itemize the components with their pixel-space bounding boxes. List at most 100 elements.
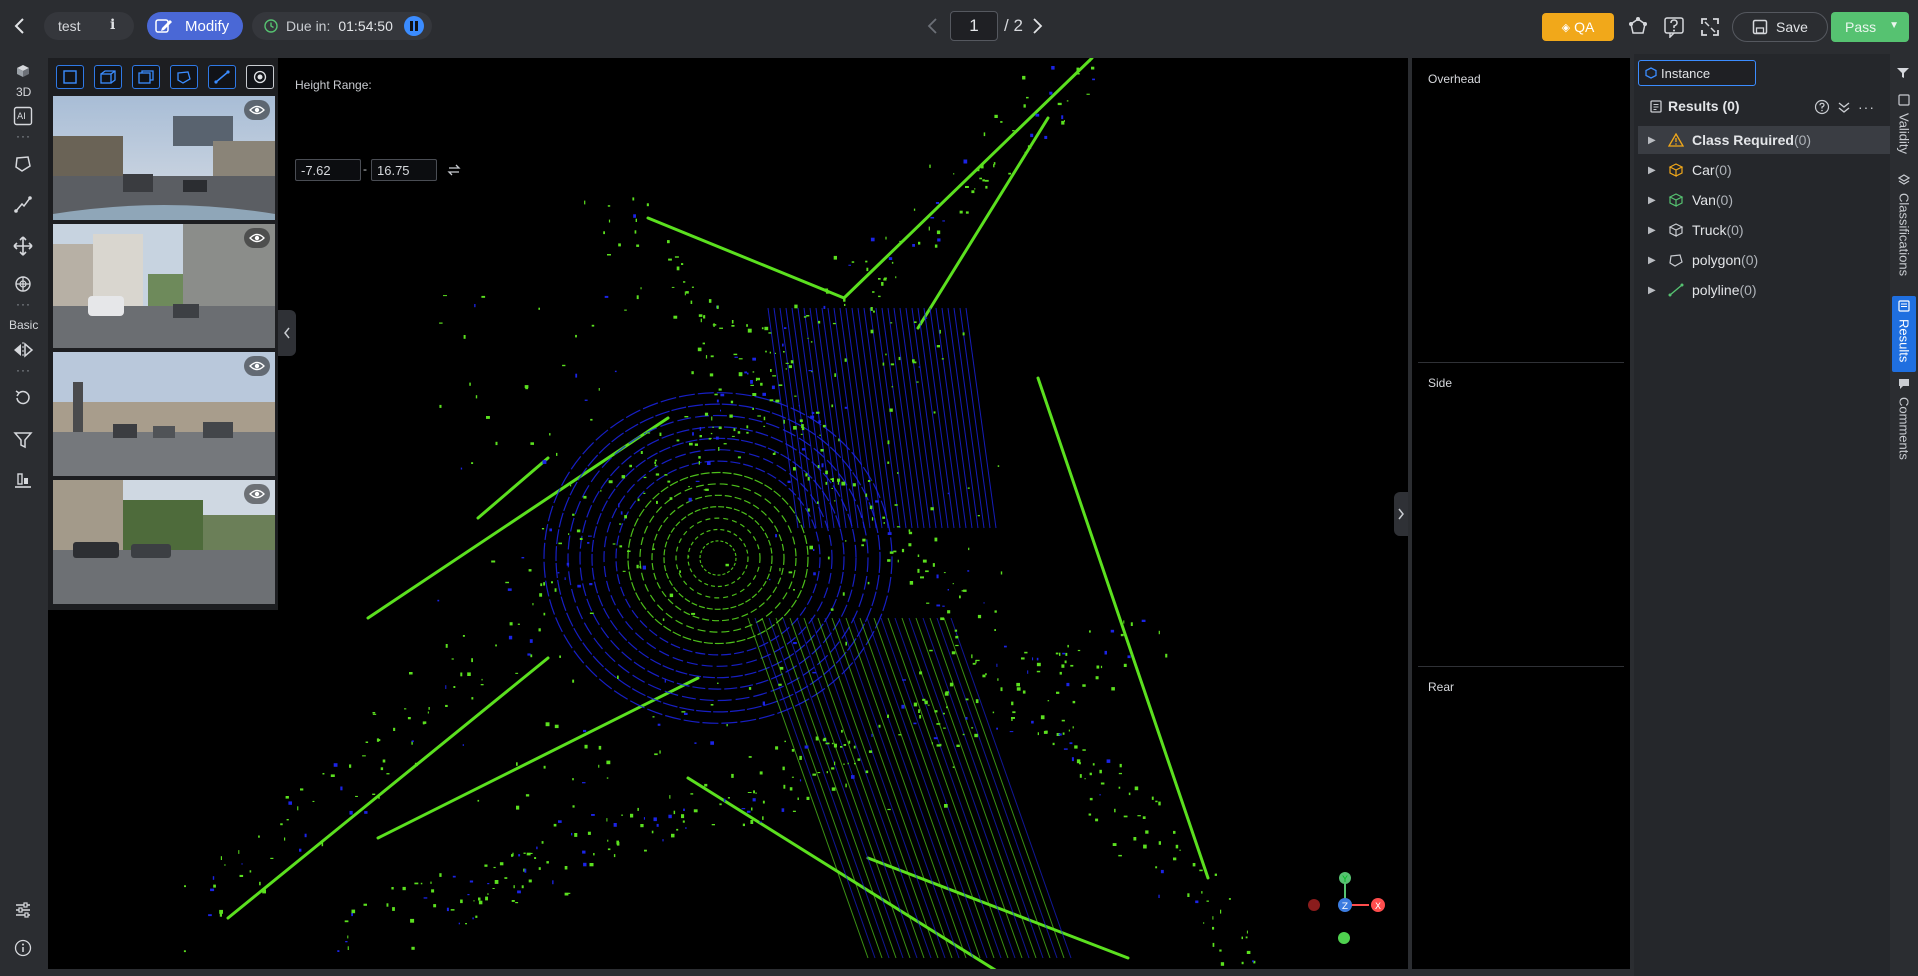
pause-icon[interactable] [404,16,424,36]
camera-thumbnail-front[interactable] [53,96,275,220]
fullscreen-icon[interactable] [1696,13,1724,41]
expand-caret-icon[interactable]: ▶ [1648,195,1660,206]
polygon-tool-icon[interactable] [9,150,37,178]
collapse-all-icon[interactable] [1836,99,1852,118]
tab-classifications-label: Classifications [1896,193,1912,277]
result-group-class-required[interactable]: ▶ Class Required (0) [1638,126,1890,154]
qa-label: QA [1574,19,1595,35]
toggle-visibility-eye-icon[interactable] [244,484,270,504]
result-count: (0) [1715,192,1733,208]
info-icon[interactable]: i [110,17,115,33]
more-dots-icon[interactable]: ··· [16,130,31,142]
ai-tool-text: AI [17,112,26,122]
instance-cube-icon [1645,67,1657,79]
results-panel: Instance Results (0) ··· ▶ Class Require… [1634,54,1890,976]
ground-tool-icon[interactable] [9,466,37,494]
axis-x-label: X [1375,902,1381,912]
save-button[interactable]: Save [1732,12,1828,42]
expand-caret-icon[interactable]: ▶ [1648,255,1660,266]
qa-button[interactable]: ◈ QA [1542,13,1614,41]
result-group-polygon[interactable]: ▶ polygon (0) [1638,246,1890,274]
move-tool-icon[interactable] [9,232,37,260]
mirror-tool-icon[interactable] [9,336,37,364]
help-circle-icon[interactable] [1814,99,1830,118]
result-label: Car [1692,162,1715,178]
tab-classifications[interactable]: Classifications [1892,174,1916,276]
workflow-icon[interactable] [1624,13,1652,41]
axis-gizmo[interactable]: Y Z X [1308,872,1385,944]
tab-results[interactable]: Results [1892,296,1916,372]
expand-views-handle[interactable] [1394,492,1408,536]
settings-sliders-icon[interactable] [9,896,37,924]
tab-comments[interactable]: Comments [1892,378,1916,460]
expand-caret-icon[interactable]: ▶ [1648,285,1660,296]
results-title: Results (0) [1668,98,1740,114]
expand-caret-icon[interactable]: ▶ [1648,225,1660,236]
pass-button[interactable]: Pass ▼ [1831,12,1909,42]
more-dots-icon[interactable]: ··· [16,298,31,310]
result-group-truck[interactable]: ▶ Truck (0) [1638,216,1890,244]
next-page-icon[interactable] [1026,14,1048,38]
results-tab-icon [1898,300,1910,315]
polyline-tool-icon[interactable] [9,190,37,218]
save-icon [1752,19,1768,35]
info-circle-icon[interactable] [9,934,37,962]
range-separator: - [363,162,367,176]
tab-results-label: Results [1896,319,1912,363]
toggle-visibility-eye-icon[interactable] [244,356,270,376]
ai-tool-icon[interactable]: AI [9,104,37,128]
result-label: Van [1692,192,1716,208]
cube-3d-icon[interactable] [9,62,37,80]
more-dots-icon[interactable]: ··· [16,364,31,376]
height-min-input[interactable] [295,159,361,181]
expand-caret-icon[interactable]: ▶ [1648,165,1660,176]
cube-icon [1668,163,1686,177]
filter-tool-icon[interactable] [9,426,37,454]
cube-icon [1668,223,1686,237]
expand-caret-icon[interactable]: ▶ [1648,135,1660,146]
classifications-icon [1897,174,1911,189]
modify-mode-button[interactable]: Modify [147,12,243,40]
filter-funnel-icon[interactable] [1896,66,1910,82]
point-projection-icon[interactable] [246,65,274,89]
more-options-icon[interactable]: ··· [1858,99,1875,115]
projection-views: Overhead Side Rear [1412,58,1630,969]
camera-thumbnail-side[interactable] [53,480,275,604]
result-group-polyline[interactable]: ▶ polyline (0) [1638,276,1890,304]
qa-icon: ◈ [1561,21,1571,34]
result-count: (0) [1739,282,1757,298]
line-projection-icon[interactable] [208,65,236,89]
overhead-view[interactable] [1412,58,1630,362]
side-view[interactable] [1412,364,1630,666]
cuboid-view-icon[interactable] [94,65,122,89]
height-max-input[interactable] [371,159,437,181]
camera-thumbnail-front-right[interactable] [53,352,275,476]
tool-group-3d: 3D [16,85,32,99]
view-divider [1418,666,1624,667]
modify-label: Modify [185,17,230,35]
collapse-cameras-handle[interactable] [278,310,296,356]
tab-validity[interactable]: Validity [1892,94,1916,154]
toggle-visibility-eye-icon[interactable] [244,228,270,248]
polygon-projection-icon[interactable] [170,65,198,89]
rear-view[interactable] [1412,668,1630,968]
reset-view-icon[interactable] [9,384,37,412]
toggle-visibility-eye-icon[interactable] [244,100,270,120]
due-timer: Due in: 01:54:50 [252,12,432,40]
rect-projection-icon[interactable] [132,65,160,89]
prev-page-icon[interactable] [922,14,944,38]
tab-comments-label: Comments [1896,397,1912,460]
back-arrow-icon[interactable] [8,14,32,38]
tab-instance[interactable]: Instance [1638,60,1756,86]
camera-thumbnail-front-left[interactable] [53,224,275,348]
axis-z-label: Z [1342,902,1348,912]
swap-range-icon[interactable] [447,163,461,180]
project-name-pill[interactable]: test i [44,12,134,40]
dropdown-caret-icon[interactable]: ▼ [1889,20,1899,31]
result-group-car[interactable]: ▶ Car (0) [1638,156,1890,184]
page-number-input[interactable] [950,11,998,41]
segment-tool-icon[interactable] [9,270,37,298]
box-view-icon[interactable] [56,65,84,89]
help-icon[interactable] [1660,13,1688,41]
result-group-van[interactable]: ▶ Van (0) [1638,186,1890,214]
